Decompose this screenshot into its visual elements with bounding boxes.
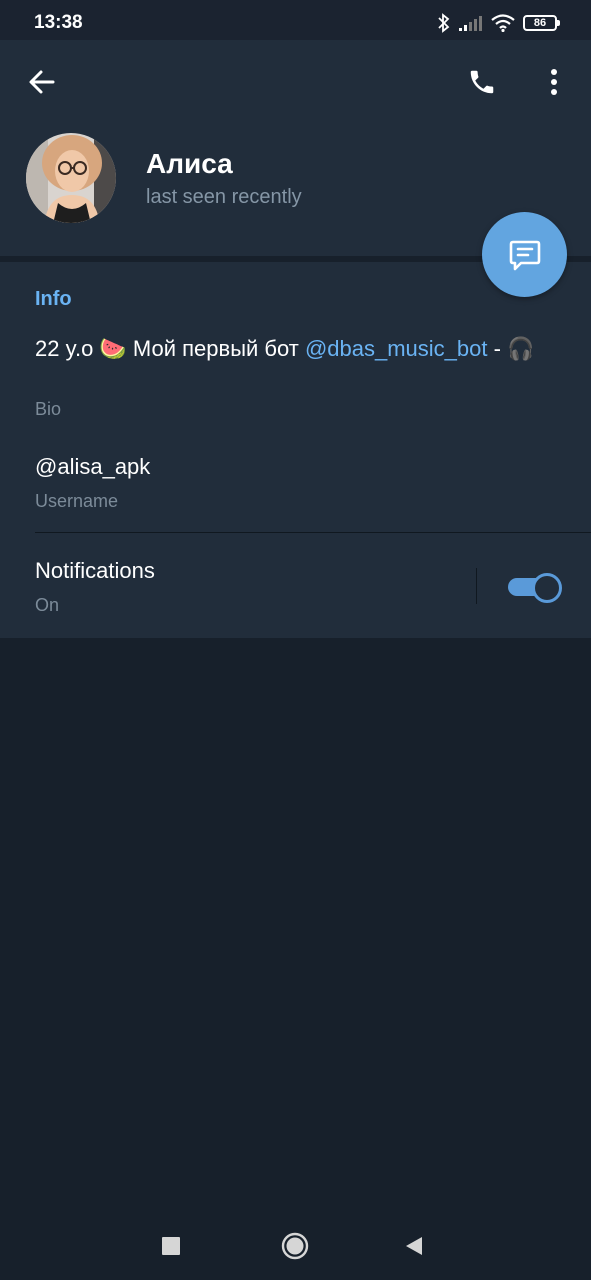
bio-label: Bio [35, 399, 62, 419]
bio-bot-link[interactable]: @dbas_music_bot [305, 336, 488, 361]
notifications-toggle[interactable] [508, 573, 562, 603]
toggle-knob [532, 573, 562, 603]
username-label: Username [35, 491, 119, 511]
notifications-title[interactable]: Notifications [35, 558, 155, 584]
bio-text-suffix: - 🎧 [487, 336, 535, 361]
divider [35, 532, 591, 533]
avatar-photo [26, 133, 116, 223]
triangle-back-icon [406, 1237, 422, 1255]
avatar[interactable] [26, 133, 116, 223]
recent-apps-button[interactable] [153, 1228, 189, 1264]
bio-text: 22 y.o 🍉 Мой первый бот @dbas_music_bot … [35, 334, 555, 363]
notifications-status: On [35, 595, 60, 615]
username-value[interactable]: @alisa_apk [35, 454, 150, 480]
status-bar: 13:38 86 [0, 0, 591, 40]
square-icon [162, 1237, 180, 1255]
bio-text-main: 22 y.o 🍉 Мой первый бот [35, 336, 305, 361]
more-options-button[interactable] [534, 62, 574, 102]
phone-icon [470, 70, 494, 94]
info-card: Info 22 y.o 🍉 Мой первый бот @dbas_music… [0, 262, 591, 638]
system-nav-bar [0, 1210, 591, 1280]
wifi-icon [491, 14, 515, 32]
send-message-fab[interactable] [482, 212, 567, 297]
status-time: 13:38 [34, 12, 83, 33]
battery-icon: 86 [523, 15, 560, 31]
home-circle-icon [281, 1232, 309, 1260]
home-button[interactable] [277, 1228, 313, 1264]
toggle-separator [476, 568, 477, 604]
back-button[interactable] [22, 62, 62, 102]
status-icons: 86 [437, 12, 560, 34]
profile-last-seen: last seen recently [146, 186, 302, 208]
battery-level: 86 [533, 17, 547, 29]
signal-icon [459, 16, 482, 31]
message-bubble-icon [509, 240, 540, 270]
back-nav-button[interactable] [396, 1228, 432, 1264]
arrow-back-icon [29, 70, 55, 94]
info-section-title: Info [35, 288, 72, 310]
profile-name: Алиса [146, 148, 233, 179]
call-button[interactable] [462, 62, 502, 102]
bluetooth-icon [438, 13, 450, 33]
more-vertical-icon [551, 69, 557, 95]
